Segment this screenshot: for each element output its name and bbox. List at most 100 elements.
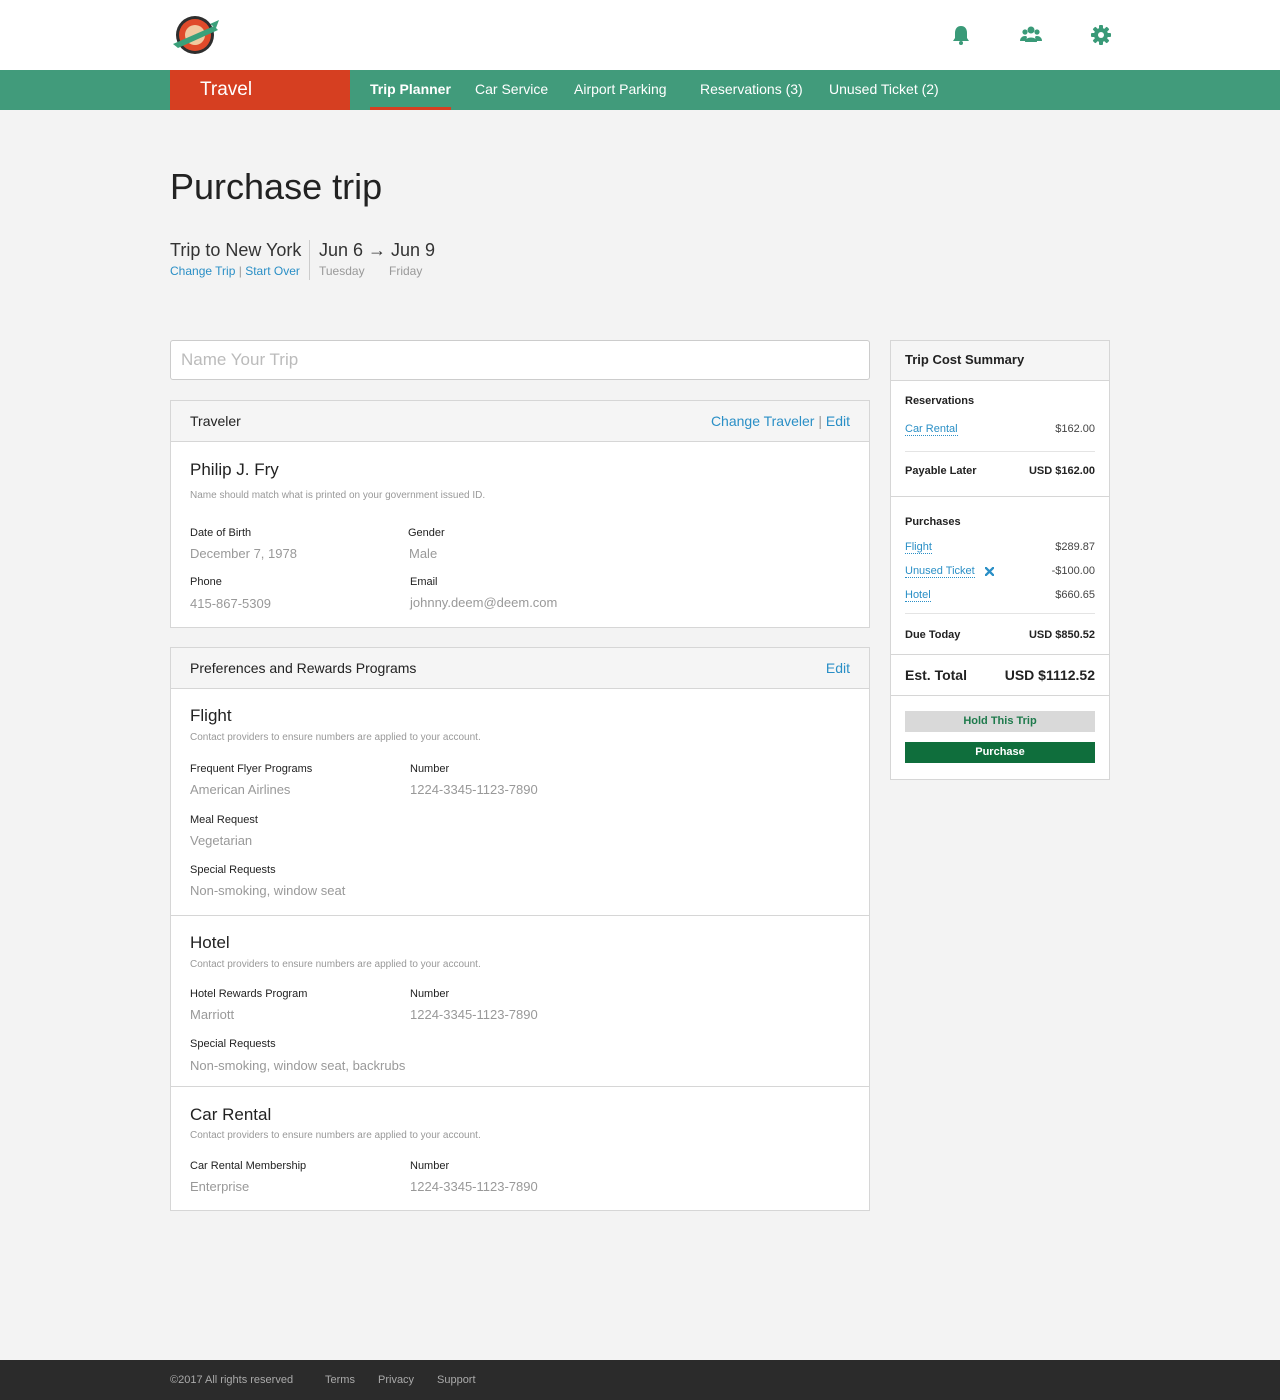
traveler-action-separator: | [818, 413, 822, 429]
change-trip-link[interactable]: Change Trip [170, 264, 235, 278]
trip-cost-summary: Trip Cost Summary Reservations Car Renta… [890, 340, 1110, 780]
hotel-special-value: Non-smoking, window seat, backrubs [190, 1058, 406, 1073]
trip-name: Trip to New York [170, 240, 302, 260]
meal-request-label: Meal Request [190, 814, 258, 826]
car-rental-amount: $162.00 [1055, 423, 1095, 435]
flight-special-value: Non-smoking, window seat [190, 883, 346, 898]
footer-support-link[interactable]: Support [437, 1360, 476, 1400]
divider [905, 613, 1095, 614]
est-total-amount: USD $1112.52 [1004, 667, 1095, 683]
change-traveler-link[interactable]: Change Traveler [711, 413, 815, 429]
email-label: Email [410, 576, 438, 588]
gear-icon[interactable] [1090, 24, 1112, 46]
trip-end-day: Friday [389, 264, 423, 278]
page-title: Purchase trip [170, 166, 383, 207]
divider [891, 654, 1109, 655]
nav-item-airport-parking[interactable]: Airport Parking [574, 70, 667, 110]
edit-preferences-link[interactable]: Edit [826, 660, 850, 676]
traveler-panel-header: Traveler Change Traveler | Edit [171, 401, 869, 442]
footer: ©2017 All rights reserved Terms Privacy … [0, 1360, 1280, 1400]
bell-icon[interactable] [950, 24, 972, 46]
edit-traveler-link[interactable]: Edit [826, 413, 850, 429]
flight-amount: $289.87 [1055, 541, 1095, 553]
car-rental-note: Contact providers to ensure numbers are … [190, 1130, 481, 1141]
due-today-amount: USD $850.52 [1028, 629, 1095, 641]
dob-value: December 7, 1978 [190, 546, 297, 561]
est-total-label: Est. Total [905, 667, 967, 683]
hotel-note: Contact providers to ensure numbers are … [190, 959, 481, 970]
flight-special-label: Special Requests [190, 864, 276, 876]
preferences-panel-header: Preferences and Rewards Programs Edit [171, 648, 869, 689]
divider [171, 915, 869, 916]
nav-item-car-service[interactable]: Car Service [475, 70, 548, 110]
flight-link[interactable]: Flight [905, 541, 932, 554]
meal-request-value: Vegetarian [190, 833, 253, 848]
trip-start-day: Tuesday [319, 264, 365, 278]
flight-number-value: 1224-3345-1123-7890 [410, 782, 538, 797]
trip-link-separator: | [238, 264, 242, 278]
divider [891, 695, 1109, 696]
traveler-panel: Traveler Change Traveler | Edit Philip J… [170, 400, 870, 628]
top-bar [0, 0, 1280, 70]
flight-number-label: Number [410, 763, 450, 775]
gender-label: Gender [408, 527, 445, 539]
payable-later-label: Payable Later [905, 465, 977, 477]
car-number-label: Number [410, 1160, 450, 1172]
phone-value: 415-867-5309 [190, 596, 271, 611]
start-over-link[interactable]: Start Over [245, 264, 300, 278]
footer-privacy-link[interactable]: Privacy [378, 1360, 414, 1400]
traveler-name-note: Name should match what is printed on you… [190, 490, 486, 501]
frequent-flyer-value: American Airlines [190, 782, 291, 797]
divider [171, 1086, 869, 1087]
trip-name-input[interactable] [170, 340, 870, 380]
trip-dates: Jun 6 → Jun 9 [319, 240, 436, 260]
car-number-value: 1224-3345-1123-7890 [410, 1179, 538, 1194]
footer-copyright: ©2017 All rights reserved [170, 1374, 294, 1386]
car-membership-value: Enterprise [190, 1179, 250, 1194]
hotel-amount: $660.65 [1055, 589, 1095, 601]
hotel-rewards-label: Hotel Rewards Program [190, 988, 308, 1000]
divider [891, 496, 1109, 497]
hotel-section-title: Hotel [190, 933, 230, 952]
hold-trip-button[interactable]: Hold This Trip [905, 711, 1095, 732]
flight-section-title: Flight [190, 706, 232, 725]
hotel-number-label: Number [410, 988, 450, 1000]
preferences-panel: Preferences and Rewards Programs Edit Fl… [170, 647, 870, 1211]
payable-later-amount: USD $162.00 [1028, 465, 1095, 477]
nav-item-reservations[interactable]: Reservations (3) [700, 70, 803, 110]
car-rental-link[interactable]: Car Rental [905, 423, 958, 436]
email-value: johnny.deem@deem.com [410, 595, 558, 610]
main-nav: Travel Trip Planner Car Service Airport … [0, 70, 1280, 110]
unused-ticket-amount: -$100.00 [1051, 565, 1095, 577]
car-membership-label: Car Rental Membership [190, 1160, 307, 1172]
hotel-number-value: 1224-3345-1123-7890 [410, 1007, 538, 1022]
dob-label: Date of Birth [190, 527, 252, 539]
remove-icon[interactable] [985, 567, 994, 576]
frequent-flyer-label: Frequent Flyer Programs [190, 763, 313, 775]
car-rental-section-title: Car Rental [190, 1105, 272, 1124]
preferences-heading: Preferences and Rewards Programs [190, 660, 417, 676]
phone-label: Phone [190, 576, 222, 588]
unused-ticket-link[interactable]: Unused Ticket [905, 565, 975, 578]
traveler-heading: Traveler [190, 413, 241, 429]
nav-brand-travel[interactable]: Travel [170, 70, 350, 110]
trip-divider [309, 240, 310, 280]
users-icon[interactable] [1020, 24, 1042, 46]
gender-value: Male [409, 546, 438, 561]
hotel-link[interactable]: Hotel [905, 589, 931, 602]
traveler-name: Philip J. Fry [190, 460, 279, 479]
trip-links: Change Trip | Start Over [170, 264, 300, 278]
flight-note: Contact providers to ensure numbers are … [190, 732, 481, 743]
footer-terms-link[interactable]: Terms [325, 1360, 355, 1400]
planet-express-logo[interactable] [170, 14, 220, 56]
reservations-label: Reservations [905, 395, 975, 407]
nav-item-trip-planner[interactable]: Trip Planner [370, 70, 451, 110]
due-today-label: Due Today [905, 629, 961, 641]
hotel-special-label: Special Requests [190, 1038, 276, 1050]
purchases-label: Purchases [905, 516, 961, 528]
divider [905, 451, 1095, 452]
nav-item-unused-ticket[interactable]: Unused Ticket (2) [829, 70, 939, 110]
summary-heading: Trip Cost Summary [891, 341, 1109, 381]
hotel-rewards-value: Marriott [190, 1007, 235, 1022]
purchase-button[interactable]: Purchase [905, 742, 1095, 763]
